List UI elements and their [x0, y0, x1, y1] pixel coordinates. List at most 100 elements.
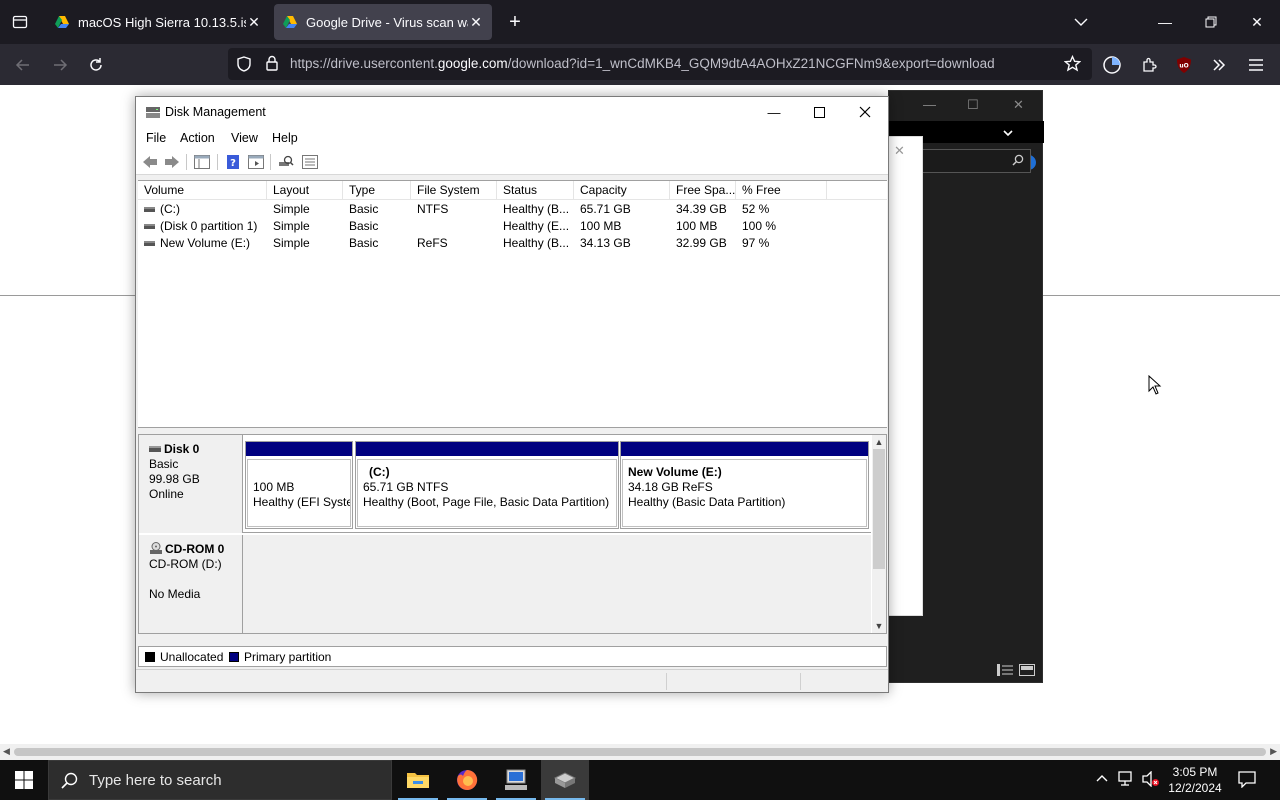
- maximize-icon[interactable]: ☐: [967, 97, 979, 113]
- notifications-icon[interactable]: [1238, 770, 1256, 791]
- column-percent-free[interactable]: % Free: [736, 181, 827, 200]
- tab-macos-iso[interactable]: macOS High Sierra 10.13.5.iso - ✕: [46, 4, 270, 40]
- minimize-icon[interactable]: —: [923, 97, 936, 112]
- bookmark-star-icon[interactable]: [1063, 54, 1082, 75]
- disk-management-window: Disk Management — File Action View Help …: [135, 96, 889, 693]
- forward-arrow-icon[interactable]: [163, 154, 181, 170]
- lock-icon[interactable]: [265, 55, 279, 74]
- google-drive-icon: [55, 16, 69, 28]
- chevron-down-icon[interactable]: [1003, 126, 1013, 140]
- volume-icon: [144, 224, 155, 230]
- taskbar-remote-desktop[interactable]: [492, 760, 540, 800]
- firefox-icon: [457, 769, 478, 790]
- account-sync-icon[interactable]: [1099, 52, 1125, 78]
- browser-minimize-button[interactable]: —: [1150, 8, 1180, 36]
- details-view-icon[interactable]: [997, 664, 1013, 679]
- scrollbar-thumb[interactable]: [873, 449, 885, 569]
- back-button[interactable]: [10, 52, 36, 78]
- more-tools-chevrons-icon[interactable]: [1206, 52, 1232, 78]
- close-tab-icon[interactable]: ✕: [468, 14, 484, 31]
- action-pane-icon[interactable]: [247, 154, 265, 170]
- volume-row[interactable]: (C:) Simple Basic NTFS Healthy (B... 65.…: [138, 201, 887, 218]
- show-hidden-icons-chevron-icon[interactable]: [1096, 771, 1108, 785]
- menu-view[interactable]: View: [231, 131, 258, 145]
- column-capacity[interactable]: Capacity: [574, 181, 670, 200]
- column-volume[interactable]: Volume: [138, 181, 267, 200]
- volume-percent-free: 97 %: [742, 236, 770, 250]
- background-search-box[interactable]: [921, 149, 1031, 173]
- cdrom-0-label[interactable]: CD-ROM 0 CD-ROM (D:) No Media: [139, 535, 243, 633]
- volume-status: Healthy (E...: [503, 219, 570, 233]
- partition-status: Healthy (Basic Data Partition): [628, 495, 786, 509]
- volume-row[interactable]: New Volume (E:) Simple Basic ReFS Health…: [138, 235, 887, 252]
- disk-size: 99.98 GB: [149, 472, 200, 486]
- volume-muted-icon[interactable]: [1142, 770, 1160, 790]
- hamburger-menu-icon[interactable]: [1243, 52, 1269, 78]
- new-tab-button[interactable]: +: [502, 10, 528, 34]
- hard-disk-icon: [149, 446, 161, 452]
- preview-view-icon[interactable]: [1019, 664, 1035, 679]
- reload-button[interactable]: [83, 52, 109, 78]
- menu-help[interactable]: Help: [272, 131, 298, 145]
- list-all-tabs-icon[interactable]: [6, 10, 34, 34]
- clock-time: 3:05 PM: [1172, 765, 1218, 779]
- page-horizontal-scrollbar[interactable]: ◀ ▶: [0, 744, 1280, 760]
- properties-list-icon[interactable]: [301, 154, 319, 170]
- column-free-space[interactable]: Free Spa...: [670, 181, 736, 200]
- partition-e[interactable]: New Volume (E:) 34.18 GB ReFS Healthy (B…: [620, 441, 869, 529]
- scroll-down-icon[interactable]: ▼: [872, 619, 886, 633]
- browser-restore-button[interactable]: [1196, 8, 1226, 36]
- volume-row[interactable]: (Disk 0 partition 1) Simple Basic Health…: [138, 218, 887, 235]
- volume-capacity: 34.13 GB: [580, 236, 631, 250]
- close-icon[interactable]: ✕: [1013, 97, 1024, 113]
- help-book-icon[interactable]: ?: [224, 154, 242, 170]
- minimize-button[interactable]: —: [751, 97, 797, 127]
- partition-c[interactable]: (C:) 65.71 GB NTFS Healthy (Boot, Page F…: [355, 441, 619, 529]
- disk-name: CD-ROM 0: [165, 542, 225, 556]
- disk-management-icon: [553, 772, 577, 788]
- graphical-view-scrollbar[interactable]: ▲ ▼: [872, 435, 886, 633]
- forward-button[interactable]: [47, 52, 73, 78]
- tab-google-drive-virus-scan[interactable]: Google Drive - Virus scan warni ✕: [274, 4, 492, 40]
- scroll-left-icon[interactable]: ◀: [3, 746, 10, 757]
- partition-efi[interactable]: 100 MB Healthy (EFI Syste: [245, 441, 353, 529]
- taskbar-clock[interactable]: 3:05 PM 12/2/2024: [1160, 764, 1230, 796]
- svg-text:?: ?: [230, 158, 236, 169]
- extensions-puzzle-icon[interactable]: [1136, 52, 1162, 78]
- close-icon[interactable]: ✕: [894, 143, 905, 159]
- volume-capacity: 100 MB: [580, 219, 622, 233]
- svg-text:uO: uO: [1179, 63, 1188, 70]
- close-tab-icon[interactable]: ✕: [246, 14, 262, 31]
- column-layout[interactable]: Layout: [267, 181, 343, 200]
- start-button[interactable]: [0, 760, 48, 800]
- scroll-up-icon[interactable]: ▲: [872, 435, 886, 449]
- taskbar-disk-management[interactable]: [541, 760, 589, 800]
- column-status[interactable]: Status: [497, 181, 574, 200]
- disk-0-label[interactable]: Disk 0 Basic 99.98 GB Online: [139, 435, 243, 533]
- disk-type: CD-ROM (D:): [149, 557, 222, 571]
- menu-file[interactable]: File: [146, 131, 166, 145]
- taskbar-search-box[interactable]: Type here to search: [48, 760, 392, 800]
- ublock-origin-icon[interactable]: uO: [1171, 52, 1197, 78]
- rescan-disks-icon[interactable]: [277, 154, 295, 170]
- browser-close-button[interactable]: ✕: [1242, 8, 1272, 36]
- taskbar-firefox[interactable]: [443, 760, 491, 800]
- tab-list-chevron-icon[interactable]: [1066, 8, 1096, 36]
- column-type[interactable]: Type: [343, 181, 411, 200]
- network-icon[interactable]: [1118, 771, 1136, 790]
- scrollbar-thumb[interactable]: [14, 748, 1266, 756]
- scroll-right-icon[interactable]: ▶: [1270, 746, 1277, 757]
- url-bar[interactable]: https://drive.usercontent.google.com/dow…: [228, 48, 1092, 80]
- graphical-disk-view: Disk 0 Basic 99.98 GB Online 100 MB Heal…: [138, 434, 887, 634]
- close-button[interactable]: [842, 97, 888, 127]
- taskbar: Type here to search 3:05 PM 12/2/2024: [0, 760, 1280, 800]
- column-file-system[interactable]: File System: [411, 181, 497, 200]
- show-hide-console-tree-icon[interactable]: [193, 154, 211, 170]
- tracking-protection-shield-icon[interactable]: [236, 56, 252, 75]
- maximize-button[interactable]: [796, 97, 842, 127]
- unallocated-swatch: [145, 652, 155, 662]
- back-arrow-icon[interactable]: [141, 154, 159, 170]
- taskbar-file-explorer[interactable]: [394, 760, 442, 800]
- disk-management-title-bar[interactable]: Disk Management —: [136, 97, 888, 127]
- menu-action[interactable]: Action: [180, 131, 215, 145]
